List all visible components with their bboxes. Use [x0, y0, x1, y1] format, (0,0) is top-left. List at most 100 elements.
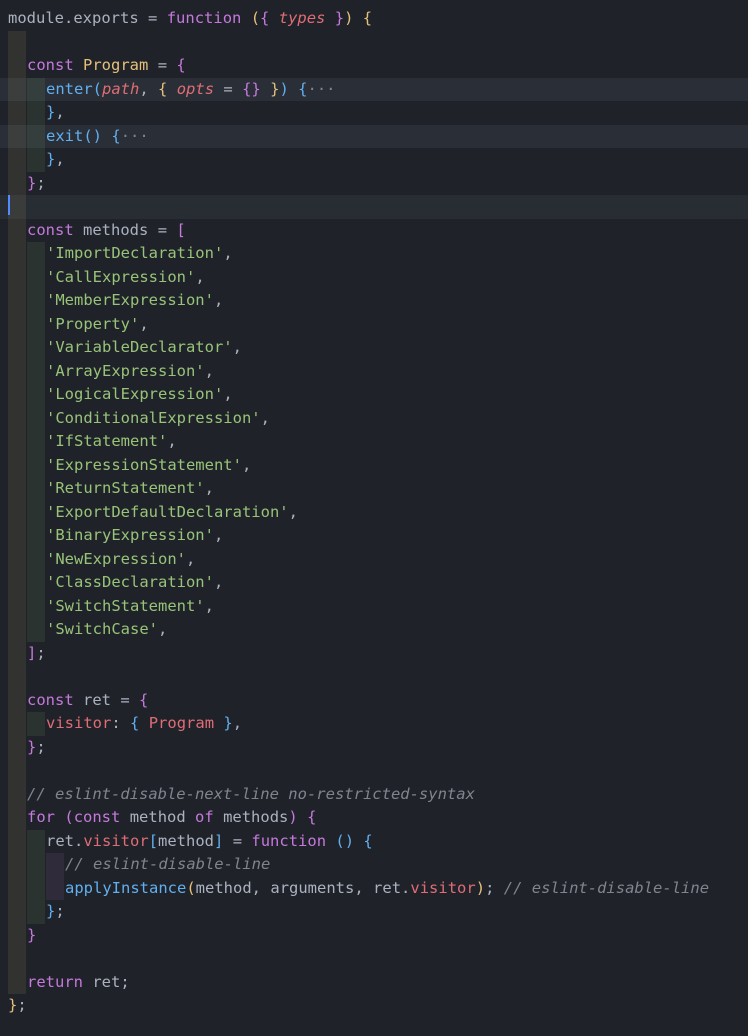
code-line[interactable]: const Program = { [0, 54, 748, 78]
code-line[interactable]: 'CallExpression', [0, 265, 748, 289]
indent-guide [8, 900, 26, 924]
code-line[interactable]: } [0, 923, 748, 947]
code-line[interactable] [0, 30, 748, 54]
code-line[interactable]: 'BinaryExpression', [0, 524, 748, 548]
code-text: 'ImportDeclaration', [46, 244, 233, 262]
code-text: 'VariableDeclarator', [46, 338, 242, 356]
code-line[interactable]: 'ClassDeclaration', [0, 571, 748, 595]
code-text: 'MemberExpression', [46, 291, 224, 309]
code-line[interactable]: 'ExportDefaultDeclaration', [0, 500, 748, 524]
indent-guide [8, 171, 26, 195]
code-text: 'ExpressionStatement', [46, 455, 252, 474]
code-line[interactable]: for (const method of methods) { [0, 806, 748, 830]
code-line[interactable]: }; [0, 735, 748, 759]
code-text: 'SwitchCase', [46, 620, 168, 638]
code-line[interactable]: return ret; [0, 970, 748, 994]
indent-guide [27, 336, 45, 360]
indent-guide [27, 289, 45, 313]
code-text: } [27, 925, 37, 944]
code-line[interactable]: module.exports = function ({ types }) { [0, 7, 748, 31]
code-text: ret.visitor[method] = function () { [46, 831, 373, 850]
code-line[interactable] [0, 759, 748, 783]
indent-guide [8, 853, 26, 877]
code-line[interactable]: // eslint-disable-next-line no-restricte… [0, 782, 748, 806]
code-line[interactable]: 'LogicalExpression', [0, 383, 748, 407]
code-line[interactable]: exit() {··· [0, 124, 748, 148]
code-line[interactable] [0, 947, 748, 971]
code-line[interactable]: 'IfStatement', [0, 430, 748, 454]
indent-guide [8, 806, 26, 830]
indent-guide [27, 900, 45, 924]
code-line[interactable]: ]; [0, 641, 748, 665]
code-text: 'BinaryExpression', [46, 526, 224, 544]
code-line[interactable]: applyInstance(method, arguments, ret.vis… [0, 876, 748, 900]
indent-guide [8, 923, 26, 947]
code-text: for (const method of methods) { [27, 808, 317, 826]
indent-guide [8, 712, 26, 736]
code-line[interactable]: 'SwitchStatement', [0, 594, 748, 618]
code-line[interactable]: enter(path, { opts = {} }) {··· [0, 77, 748, 101]
indent-guide [8, 500, 26, 524]
indent-guide [8, 218, 26, 242]
code-line[interactable]: }; [0, 171, 748, 195]
code-text: // eslint-disable-next-line no-restricte… [27, 784, 475, 803]
code-text: 'SwitchStatement', [46, 596, 214, 615]
indent-guide [8, 947, 26, 971]
code-line[interactable]: visitor: { Program }, [0, 712, 748, 736]
code-line[interactable]: }, [0, 148, 748, 172]
indent-guide [27, 571, 45, 595]
code-line[interactable]: }; [0, 994, 748, 1018]
code-text: 'ClassDeclaration', [46, 573, 224, 591]
editor-top-edge [0, 0, 748, 6]
code-line[interactable]: 'ArrayExpression', [0, 359, 748, 383]
code-text: }; [27, 173, 46, 192]
code-line[interactable]: 'Property', [0, 312, 748, 336]
indent-guide [8, 547, 26, 571]
indent-guide [8, 571, 26, 595]
code-text: exit() {··· [46, 126, 149, 145]
indent-guide [27, 618, 45, 642]
indent-guide [8, 594, 26, 618]
code-line[interactable]: 'ImportDeclaration', [0, 242, 748, 266]
code-line[interactable]: 'SwitchCase', [0, 618, 748, 642]
code-text: 'ReturnStatement', [46, 479, 214, 497]
indent-guide [27, 148, 45, 172]
code-line[interactable]: 'ConditionalExpression', [0, 406, 748, 430]
code-line[interactable]: ret.visitor[method] = function () { [0, 829, 748, 853]
indent-guide [27, 547, 45, 571]
code-text: 'ArrayExpression', [46, 361, 214, 380]
indent-guide [8, 195, 26, 219]
indent-guide [27, 829, 45, 853]
indent-guide [8, 359, 26, 383]
code-line[interactable]: 'NewExpression', [0, 547, 748, 571]
code-line[interactable]: const ret = { [0, 688, 748, 712]
indent-guide [8, 124, 26, 148]
indent-guide [8, 430, 26, 454]
code-editor[interactable]: module.exports = function ({ types }) { c… [0, 0, 748, 1036]
code-line[interactable]: }, [0, 101, 748, 125]
code-line[interactable]: 'ReturnStatement', [0, 477, 748, 501]
code-line[interactable]: 'MemberExpression', [0, 289, 748, 313]
indent-guide [27, 383, 45, 407]
code-line[interactable] [0, 665, 748, 689]
indent-guide [8, 406, 26, 430]
indent-guide [27, 876, 45, 900]
indent-guide [8, 54, 26, 78]
code-line[interactable] [0, 195, 748, 219]
code-line[interactable]: 'VariableDeclarator', [0, 336, 748, 360]
indent-guide [8, 735, 26, 759]
code-line[interactable]: }; [0, 900, 748, 924]
indent-guide [8, 688, 26, 712]
indent-guide [27, 594, 45, 618]
indent-guide [8, 970, 26, 994]
indent-guide [27, 853, 45, 877]
code-line[interactable]: // eslint-disable-line [0, 853, 748, 877]
indent-guide [8, 265, 26, 289]
code-text: return ret; [27, 972, 130, 991]
code-text: }; [8, 996, 27, 1014]
code-text: applyInstance(method, arguments, ret.vis… [65, 878, 710, 897]
indent-guide [27, 524, 45, 548]
code-line[interactable]: const methods = [ [0, 218, 748, 242]
code-line[interactable]: 'ExpressionStatement', [0, 453, 748, 477]
indent-guide [8, 242, 26, 266]
